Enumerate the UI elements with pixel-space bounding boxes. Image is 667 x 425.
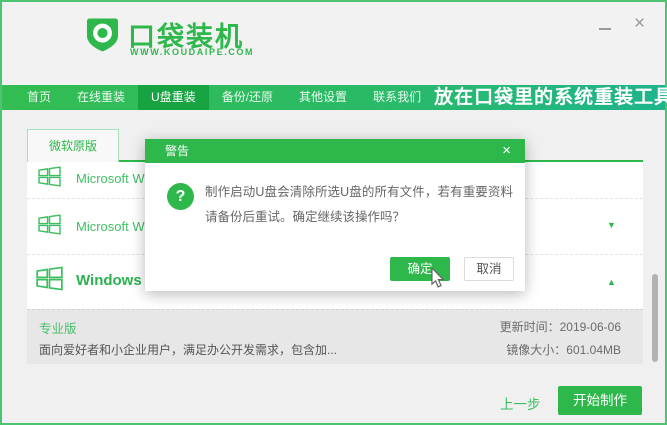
question-icon: ? (167, 183, 194, 210)
windows-logo-icon (38, 166, 61, 187)
app-url: WWW.KOUDAIPE.COM (130, 47, 254, 57)
cancel-button[interactable]: 取消 (464, 257, 514, 281)
detail-panel: 专业版 面向爱好者和小企业用户，满足办公开发需求，包含加... 更新时间：201… (27, 309, 643, 364)
nav-item-home[interactable]: 首页 (14, 85, 64, 110)
image-size: 镜像大小：601.04MB (506, 341, 621, 358)
tab-microsoft-original[interactable]: 微软原版 (27, 129, 119, 162)
image-size-label: 镜像大小： (506, 343, 566, 357)
update-time-label: 更新时间： (500, 320, 560, 334)
start-creation-button[interactable]: 开始制作 (558, 386, 642, 415)
update-time-value: 2019-06-06 (560, 320, 621, 334)
warning-dialog: 警告 × ? 制作启动U盘会清除所选U盘的所有文件，若有重要资料请备份后重试。确… (145, 139, 525, 291)
windows-logo-icon (38, 214, 61, 235)
nav-item-online-reinstall[interactable]: 在线重装 (64, 85, 138, 110)
dialog-message: 制作启动U盘会清除所选U盘的所有文件，若有重要资料请备份后重试。确定继续该操作吗… (205, 180, 513, 230)
app-window: 口袋装机 WWW.KOUDAIPE.COM × 首页 在线重装 U盘重装 备份/… (0, 0, 667, 425)
image-size-value: 601.04MB (566, 343, 621, 357)
close-icon[interactable]: × (634, 14, 645, 33)
minimize-icon[interactable] (599, 28, 611, 30)
windows-logo-icon (36, 266, 63, 291)
chevron-up-icon[interactable]: ▲ (607, 277, 616, 287)
list-item-label: Microsoft Wi (76, 171, 148, 186)
chevron-down-icon[interactable]: ▼ (607, 220, 616, 230)
nav-item-contact[interactable]: 联系我们 (360, 85, 434, 110)
main-navbar: 首页 在线重装 U盘重装 备份/还原 其他设置 联系我们 放在口袋里的系统重装工… (2, 85, 665, 110)
dialog-title: 警告 (165, 139, 189, 163)
dialog-header: 警告 × (145, 139, 525, 163)
previous-step-button[interactable]: 上一步 (500, 393, 541, 413)
mouse-cursor (430, 268, 445, 288)
nav-item-usb-reinstall[interactable]: U盘重装 (138, 85, 209, 110)
dialog-close-icon[interactable]: × (502, 139, 511, 163)
titlebar: 口袋装机 WWW.KOUDAIPE.COM × (2, 2, 665, 85)
nav-slogan: 放在口袋里的系统重装工具 (434, 85, 667, 110)
nav-item-backup-restore[interactable]: 备份/还原 (209, 85, 286, 110)
scrollbar-thumb[interactable] (652, 274, 658, 362)
nav-item-other-settings[interactable]: 其他设置 (286, 85, 360, 110)
edition-description: 面向爱好者和小企业用户，满足办公开发需求，包含加... (39, 341, 337, 358)
app-logo-shield-icon (86, 17, 119, 53)
edition-label: 专业版 (39, 318, 77, 337)
update-time: 更新时间：2019-06-06 (500, 318, 621, 335)
list-item-label: Microsoft Wi (76, 219, 148, 234)
